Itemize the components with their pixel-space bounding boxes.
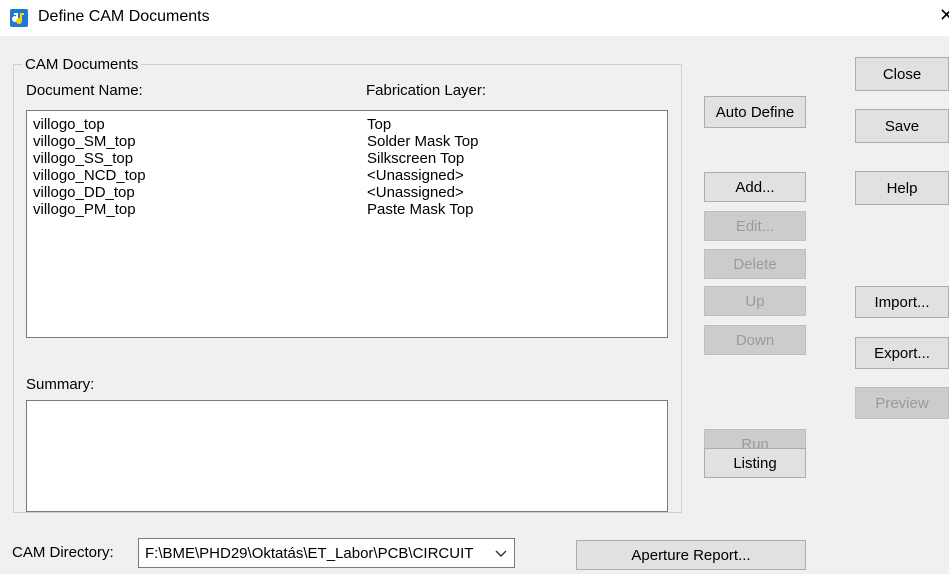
fabrication-layer-header: Fabrication Layer: — [366, 82, 487, 99]
fabrication-layer: Top — [367, 116, 392, 133]
documents-list[interactable]: villogo_top Top villogo_SM_top Solder Ma… — [26, 110, 668, 338]
chevron-down-icon[interactable] — [494, 545, 508, 561]
document-name: villogo_PM_top — [33, 201, 136, 218]
document-name: villogo_SM_top — [33, 133, 136, 150]
fabrication-layer: Paste Mask Top — [367, 201, 474, 218]
cam-directory-value: F:\BME\PHD29\Oktatás\ET_Labor\PCB\CIRCUI… — [145, 545, 474, 562]
preview-button[interactable]: Preview — [855, 387, 949, 419]
fabrication-layer: <Unassigned> — [367, 184, 464, 201]
group-title: CAM Documents — [22, 57, 142, 73]
list-item[interactable]: villogo_SS_top Silkscreen Top — [33, 150, 653, 167]
summary-box[interactable] — [26, 400, 668, 512]
list-item[interactable]: villogo_SM_top Solder Mask Top — [33, 133, 653, 150]
up-button[interactable]: Up — [704, 286, 806, 316]
import-button[interactable]: Import... — [855, 286, 949, 318]
list-item[interactable]: villogo_NCD_top <Unassigned> — [33, 167, 653, 184]
document-name: villogo_SS_top — [33, 150, 134, 167]
cam-directory-combo[interactable]: F:\BME\PHD29\Oktatás\ET_Labor\PCB\CIRCUI… — [138, 538, 515, 568]
fabrication-layer: Silkscreen Top — [367, 150, 465, 167]
edit-button[interactable]: Edit... — [704, 211, 806, 241]
window-title: Define CAM Documents — [38, 8, 210, 25]
document-name: villogo_top — [33, 116, 105, 133]
summary-label: Summary: — [26, 376, 95, 393]
list-item[interactable]: villogo_DD_top <Unassigned> — [33, 184, 653, 201]
fabrication-layer: Solder Mask Top — [367, 133, 479, 150]
list-item[interactable]: villogo_top Top — [33, 116, 653, 133]
close-icon[interactable]: ✕ — [939, 5, 949, 25]
help-button[interactable]: Help — [855, 171, 949, 205]
export-button[interactable]: Export... — [855, 337, 949, 369]
fabrication-layer: <Unassigned> — [367, 167, 464, 184]
close-button[interactable]: Close — [855, 57, 949, 91]
document-name: villogo_NCD_top — [33, 167, 146, 184]
aperture-report-button[interactable]: Aperture Report... — [576, 540, 806, 570]
document-name-header: Document Name: — [26, 82, 143, 99]
auto-define-button[interactable]: Auto Define — [704, 96, 806, 128]
save-button[interactable]: Save — [855, 109, 949, 143]
add-button[interactable]: Add... — [704, 172, 806, 202]
document-name: villogo_DD_top — [33, 184, 135, 201]
list-item[interactable]: villogo_PM_top Paste Mask Top — [33, 201, 653, 218]
cam-directory-label: CAM Directory: — [12, 544, 114, 561]
listing-button[interactable]: Listing — [704, 448, 806, 478]
delete-button[interactable]: Delete — [704, 249, 806, 279]
app-icon — [10, 9, 28, 27]
down-button[interactable]: Down — [704, 325, 806, 355]
